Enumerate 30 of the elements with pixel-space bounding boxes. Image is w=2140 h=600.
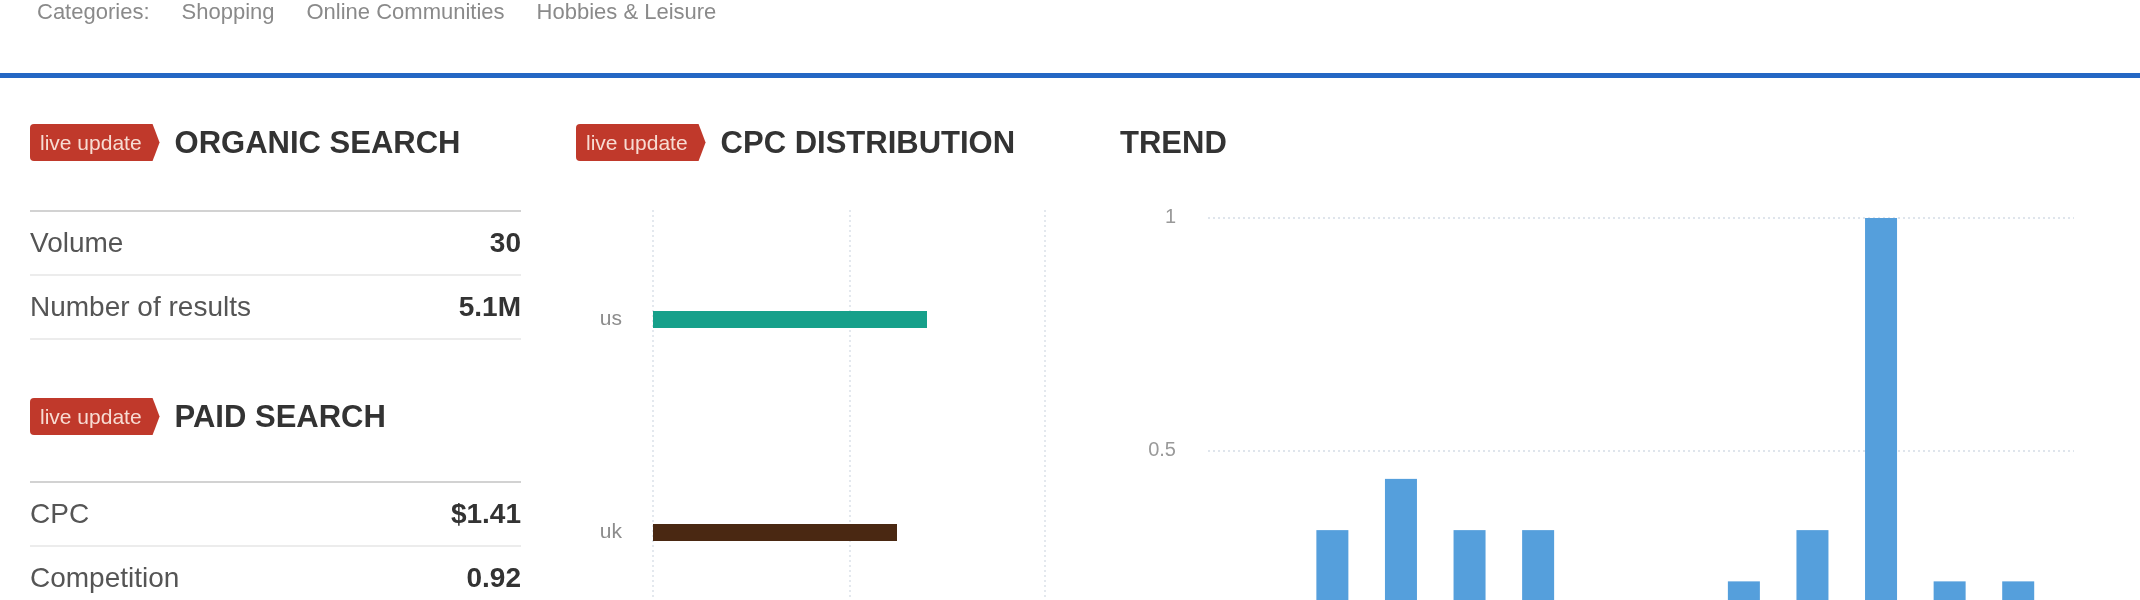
category-text: Shopping [181, 0, 275, 23]
section-title: PAID SEARCH [174, 401, 386, 432]
trend-bar [1453, 530, 1486, 600]
trend-bar [1933, 581, 1966, 600]
section-title: TREND [1120, 127, 1227, 158]
category-text: Online Communities [306, 0, 505, 23]
live-update-badge: live update [30, 124, 160, 161]
metric-value: $1.41 [450, 500, 521, 528]
metric-value: 5.1M [458, 293, 521, 321]
trend-bar [2002, 581, 2035, 600]
trend-bar [1796, 530, 1829, 600]
section-title: ORGANIC SEARCH [174, 127, 461, 158]
country-label: us [599, 305, 622, 329]
metric-label: CPC [30, 500, 90, 528]
metric-value: 0.92 [466, 564, 521, 592]
metric-value: 30 [489, 229, 521, 257]
trend-bar [1316, 530, 1349, 600]
live-update-badge: live update [576, 124, 706, 161]
country-label: uk [599, 518, 622, 542]
category-text: Hobbies & Leisure [536, 0, 717, 23]
trend-bar [1522, 530, 1555, 600]
categories-label: Categories: [37, 0, 150, 23]
live-update-badge: live update [30, 398, 160, 435]
trend-bar [1727, 581, 1760, 600]
metric-label: Competition [30, 564, 180, 592]
metric-label: Volume [30, 229, 124, 257]
axis-tick-label: 1 [1164, 205, 1176, 228]
section-title: CPC DISTRIBUTION [720, 127, 1016, 158]
metric-label: Number of results [30, 293, 251, 321]
axis-tick-label: 0.5 [1148, 438, 1176, 461]
